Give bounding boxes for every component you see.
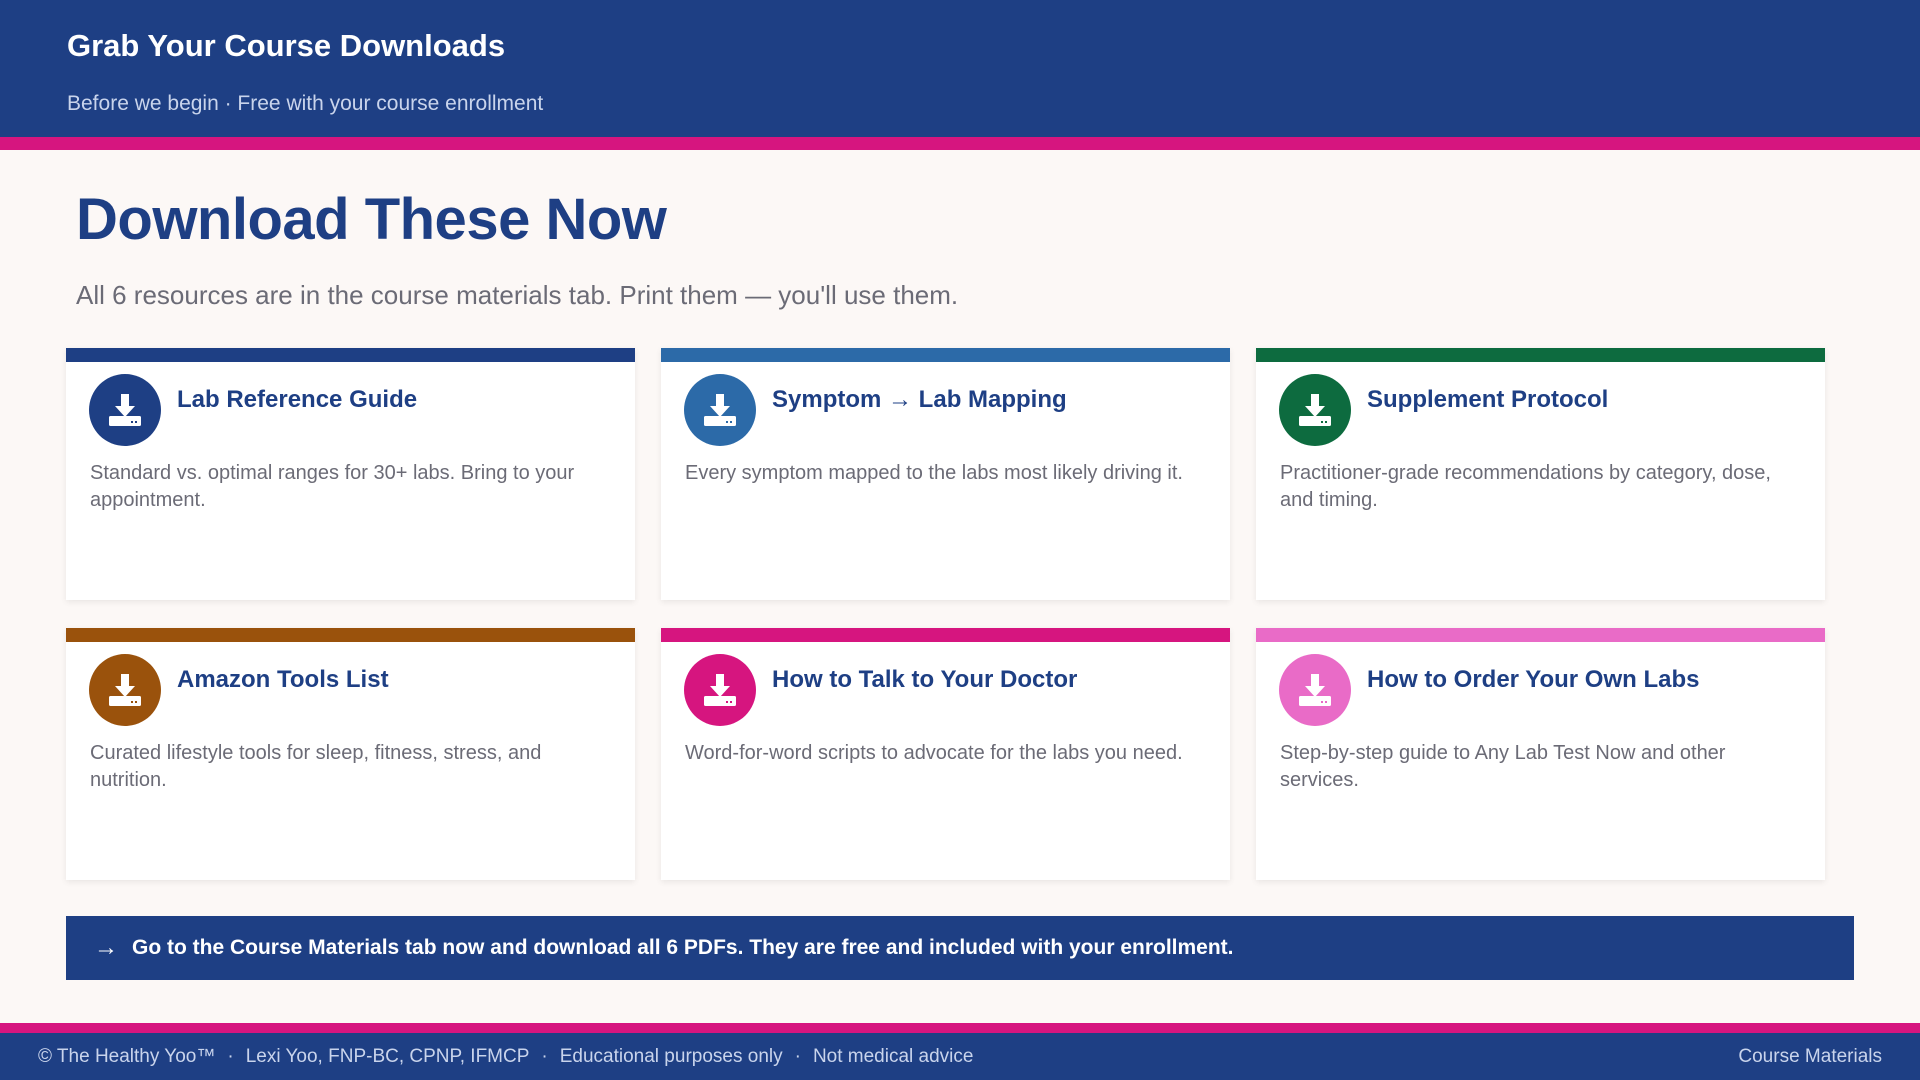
card-color-bar (1256, 348, 1825, 362)
download-icon[interactable] (1279, 654, 1351, 726)
footer-disclaimer-education: Educational purposes only (559, 1045, 783, 1067)
resource-grid: Lab Reference Guide Standard vs. optimal… (66, 348, 1826, 880)
resource-card-talk-to-doctor[interactable]: How to Talk to Your Doctor Word-for-word… (661, 628, 1230, 880)
card-description: Practitioner-grade recommendations by ca… (1280, 462, 1771, 511)
card-description: Curated lifestyle tools for sleep, fitne… (90, 742, 542, 791)
header-subtitle: Before we begin · Free with your course … (67, 92, 544, 115)
footer-separator: · (541, 1045, 548, 1067)
card-description: Every symptom mapped to the labs most li… (685, 462, 1183, 484)
card-title[interactable]: Supplement Protocol (1367, 386, 1608, 414)
card-color-bar (1256, 628, 1825, 642)
download-icon[interactable] (89, 374, 161, 446)
arrow-right-icon: → (94, 934, 118, 961)
card-title[interactable]: Lab Reference Guide (177, 386, 417, 414)
footer-credits: © The Healthy Yoo™ · Lexi Yoo, FNP-BC, C… (38, 1046, 973, 1068)
page-title: Download These Now (76, 187, 667, 252)
card-description: Word-for-word scripts to advocate for th… (685, 742, 1183, 764)
card-title[interactable]: How to Order Your Own Labs (1367, 666, 1699, 694)
footer-author: Lexi Yoo, FNP-BC, CPNP, IFMCP (245, 1045, 530, 1067)
footer-section-label: Course Materials (1738, 1045, 1882, 1067)
card-title[interactable]: Symptom → Lab Mapping (772, 386, 1067, 414)
cta-text: Go to the Course Materials tab now and d… (132, 936, 1234, 959)
footer-separator: · (227, 1045, 234, 1067)
card-color-bar (66, 348, 635, 362)
header-accent-stripe (0, 137, 1920, 150)
page-subtitle: All 6 resources are in the course materi… (76, 280, 959, 310)
resource-card-lab-reference-guide[interactable]: Lab Reference Guide Standard vs. optimal… (66, 348, 635, 600)
card-description: Standard vs. optimal ranges for 30+ labs… (90, 462, 575, 511)
card-color-bar (661, 348, 1230, 362)
footer-separator: · (794, 1045, 801, 1067)
card-title[interactable]: Amazon Tools List (177, 666, 389, 694)
resource-card-symptom-lab-mapping[interactable]: Symptom → Lab Mapping Every symptom mapp… (661, 348, 1230, 600)
header: Grab Your Course Downloads Before we beg… (0, 0, 1920, 137)
resource-card-supplement-protocol[interactable]: Supplement Protocol Practitioner-grade r… (1256, 348, 1825, 600)
card-color-bar (66, 628, 635, 642)
download-icon[interactable] (89, 654, 161, 726)
cta-banner[interactable]: → Go to the Course Materials tab now and… (66, 916, 1854, 980)
header-title: Grab Your Course Downloads (67, 28, 506, 63)
footer-copyright: © The Healthy Yoo™ (38, 1045, 216, 1067)
footer-accent-stripe (0, 1023, 1920, 1033)
download-icon[interactable] (684, 654, 756, 726)
card-title[interactable]: How to Talk to Your Doctor (772, 666, 1077, 694)
card-description: Step-by-step guide to Any Lab Test Now a… (1280, 742, 1726, 791)
card-color-bar (661, 628, 1230, 642)
resource-card-order-own-labs[interactable]: How to Order Your Own Labs Step-by-step … (1256, 628, 1825, 880)
download-icon[interactable] (1279, 374, 1351, 446)
resource-card-amazon-tools-list[interactable]: Amazon Tools List Curated lifestyle tool… (66, 628, 635, 880)
footer: © The Healthy Yoo™ · Lexi Yoo, FNP-BC, C… (0, 1033, 1920, 1080)
download-icon[interactable] (684, 374, 756, 446)
footer-disclaimer-medical: Not medical advice (812, 1045, 974, 1067)
